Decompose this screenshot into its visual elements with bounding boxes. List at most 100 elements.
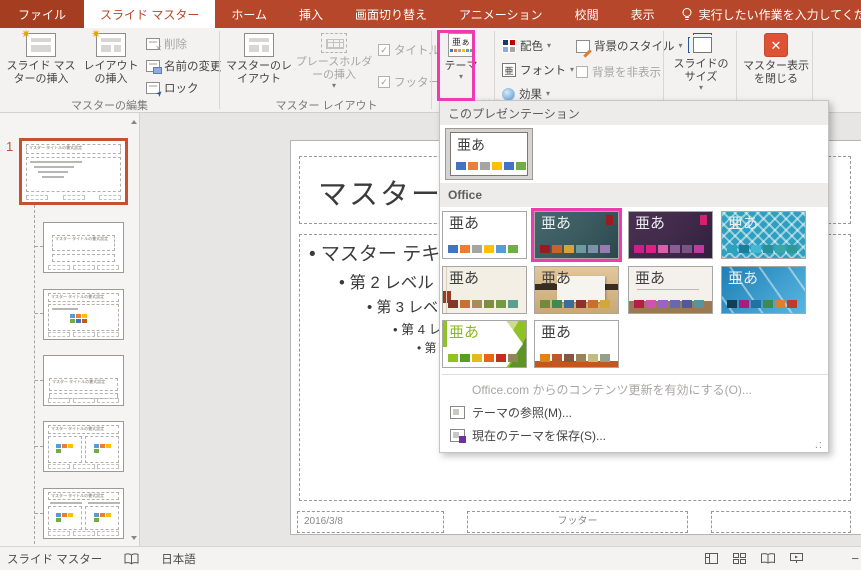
insert-layout-icon: ✷ <box>96 33 126 57</box>
theme-swatches <box>540 245 610 253</box>
ribbon-tab-1[interactable]: ファイル <box>0 0 84 28</box>
insert-layout-label: レイアウトの挿入 <box>80 60 142 86</box>
theme-swatches <box>634 300 704 308</box>
layout-connector-line <box>34 205 35 544</box>
insert-slide-master-icon: ✷ <box>26 33 56 57</box>
layout-thumbnail-section-header[interactable]: マスター タイトルの書式設定 <box>43 355 124 406</box>
insert-layout-button[interactable]: ✷ レイアウトの挿入 <box>80 31 142 97</box>
insert-slide-master-button[interactable]: ✷ スライド マスターの挿入 <box>4 31 78 97</box>
theme-thumbnail-ion[interactable]: 亜あ <box>534 211 619 259</box>
slide-sorter-icon[interactable] <box>733 553 746 564</box>
themes-icon: 亜ぁ <box>448 33 474 57</box>
theme-thumbnail-gallery[interactable]: 亜あ <box>628 266 713 314</box>
theme-swatches <box>634 245 704 253</box>
rename-button[interactable]: 名前の変更 <box>146 56 222 76</box>
theme-glyph: 亜あ <box>449 215 479 233</box>
ribbon-tab-5[interactable]: 画面切り替え <box>339 0 443 28</box>
close-master-view-label: マスター表示を閉じる <box>741 60 811 86</box>
connector-stub <box>35 246 43 247</box>
slide-number-placeholder[interactable] <box>711 511 851 533</box>
current-theme-swatches <box>456 162 526 170</box>
delete-label: 削除 <box>164 36 187 52</box>
theme-thumbnail-wood[interactable]: 亜あ <box>534 266 619 314</box>
view-buttons <box>705 547 803 570</box>
preserve-label: ロック <box>164 80 199 96</box>
ribbon-tab-2[interactable]: スライド マスター <box>84 0 215 28</box>
theme-thumbnail-facet[interactable]: 亜あ <box>442 320 527 368</box>
ribbon-tab-8[interactable]: 表示 <box>615 0 671 28</box>
bullet-level-2: • 第 2 レベル <box>339 269 434 293</box>
theme-glyph: 亜あ <box>728 215 758 233</box>
theme-swatches <box>448 354 518 362</box>
slide-master-thumbnail[interactable]: マスター タイトルの書式設定 <box>19 138 128 205</box>
rename-icon <box>146 60 160 72</box>
master-layout-button[interactable]: マスターのレイアウト <box>226 31 292 97</box>
theme-thumbnail-ion-boardroom[interactable]: 亜あ <box>628 211 713 259</box>
ribbon-tab-3[interactable]: ホーム <box>215 0 283 28</box>
menu-item-label: 現在のテーマを保存(S)... <box>472 427 606 444</box>
browse-themes-item[interactable]: テーマの参照(M)... <box>440 401 828 424</box>
theme-glyph: 亜あ <box>541 215 571 233</box>
theme-swatches <box>448 300 518 308</box>
themes-button[interactable]: 亜ぁ テーマ ▾ <box>441 31 481 97</box>
connector-stub <box>35 446 43 447</box>
preserve-button[interactable]: ロック <box>146 78 199 98</box>
slide-size-icon <box>688 33 714 55</box>
effects-icon <box>502 88 515 101</box>
theme-thumbnail-slice[interactable]: 亜あ <box>721 266 806 314</box>
theme-glyph: 亜あ <box>449 324 479 342</box>
zoom-out-icon[interactable]: − <box>851 547 859 570</box>
theme-thumbnail-office[interactable]: 亜あ <box>442 211 527 259</box>
date-placeholder[interactable]: 2016/3/8 <box>297 511 444 533</box>
hide-background-checkbox: 背景を非表示 <box>576 62 661 82</box>
delete-icon <box>146 38 160 50</box>
group-separator <box>494 31 495 109</box>
layout-thumbnail-comparison[interactable]: マスター タイトルの書式設定 <box>43 488 124 539</box>
background-styles-button[interactable]: 背景のスタイル▾ <box>576 36 683 56</box>
insert-placeholder-label: プレースホルダーの挿入 <box>294 56 374 82</box>
pin-icon <box>146 82 160 94</box>
scroll-up-arrow[interactable] <box>128 116 139 127</box>
theme-glyph: 亜あ <box>635 270 665 288</box>
slide-number: 1 <box>6 139 13 154</box>
current-theme-selected-frame[interactable]: 亜あ <box>445 128 533 180</box>
group-label-master-layout: マスター レイアウト <box>222 97 431 113</box>
theme-swatches <box>540 300 610 308</box>
ribbon-tab-7[interactable]: 校閲 <box>559 0 615 28</box>
theme-glyph: 亜あ <box>449 270 479 288</box>
theme-thumbnail-organic[interactable]: 亜あ <box>442 266 527 314</box>
connector-stub <box>35 513 43 514</box>
theme-corner-accent <box>606 215 613 225</box>
proofing-book-icon[interactable] <box>124 553 139 565</box>
slideshow-icon[interactable] <box>790 553 803 564</box>
footer-placeholder[interactable]: フッター <box>467 511 688 533</box>
fonts-label: フォント <box>520 62 566 78</box>
reading-view-icon[interactable] <box>761 553 775 564</box>
powerpoint-window: ファイルスライド マスターホーム挿入画面切り替えアニメーション校閲表示 実行した… <box>0 0 861 570</box>
tell-me-search[interactable]: 実行したい作業を入力してください <box>671 0 861 28</box>
normal-view-icon[interactable] <box>705 553 718 564</box>
fonts-button[interactable]: 亜 フォント▾ <box>502 60 574 80</box>
theme-thumbnail-integral[interactable]: 亜あ <box>721 211 806 259</box>
rename-label: 名前の変更 <box>164 58 222 74</box>
slide-size-button[interactable]: スライドのサイズ ▾ <box>670 31 732 97</box>
themes-dropdown: このプレゼンテーション 亜あ Office 亜あ亜あ亜あ亜あ亜あ亜あ亜あ亜あ亜あ… <box>439 100 829 453</box>
language-status[interactable]: 日本語 <box>161 551 196 567</box>
current-theme-thumbnail[interactable]: 亜あ <box>450 132 528 176</box>
layout-thumbnail-title-slide[interactable]: マスター タイトルの書式設定 <box>43 222 124 273</box>
colors-icon <box>502 39 516 53</box>
ribbon-tab-6[interactable]: アニメーション <box>443 0 559 28</box>
colors-button[interactable]: 配色▾ <box>502 36 551 56</box>
close-master-view-button[interactable]: ✕ マスター表示を閉じる <box>741 31 811 97</box>
theme-thumbnail-retrospect[interactable]: 亜あ <box>534 320 619 368</box>
menu-item-label: Office.com からのコンテンツ更新を有効にする(O)... <box>472 381 752 398</box>
ribbon-tab-4[interactable]: 挿入 <box>283 0 339 28</box>
group-separator <box>219 31 220 109</box>
save-current-theme-item[interactable]: 現在のテーマを保存(S)... <box>440 424 828 447</box>
layout-thumbnail-title-content[interactable]: マスター タイトルの書式設定 <box>43 289 124 340</box>
resize-grip[interactable]: .: <box>815 439 823 451</box>
lightbulb-icon <box>681 7 693 22</box>
browse-themes-icon <box>450 406 465 419</box>
scroll-down-arrow[interactable] <box>128 532 139 543</box>
layout-thumbnail-two-content[interactable]: マスター タイトルの書式設定 <box>43 421 124 472</box>
